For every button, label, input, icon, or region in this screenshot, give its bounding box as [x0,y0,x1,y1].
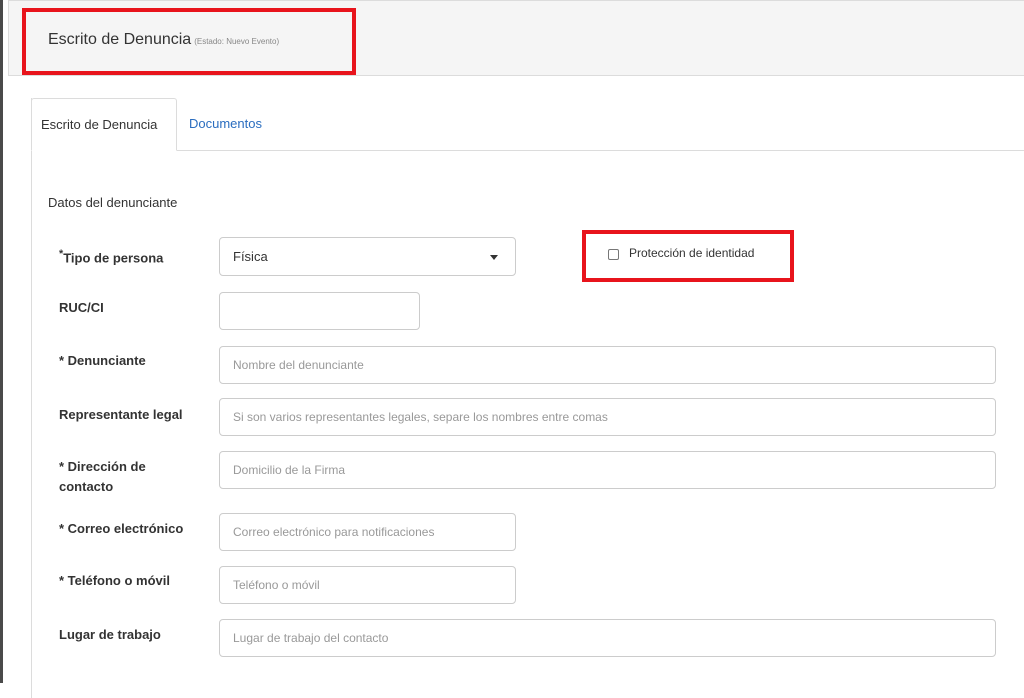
tipo-persona-label-text: Tipo de persona [63,250,164,266]
status-text: (Estado: Nuevo Evento) [194,37,280,46]
denunciante-label-text: Denunciante [67,353,146,368]
tipo-persona-select[interactable]: Física [219,237,516,276]
direccion-input[interactable] [219,451,996,489]
tipo-persona-label: *Tipo de persona [59,244,209,268]
required-mark: * [59,573,68,588]
tab-documentos[interactable]: Documentos [180,98,271,151]
ruc-label: RUC/CI [59,300,104,315]
required-mark: * [59,459,68,474]
section-title: Datos del denunciante [48,195,178,210]
caret-down-icon [490,255,498,260]
tab-escrito-de-denuncia[interactable]: Escrito de Denuncia [31,98,177,151]
tipo-persona-value: Física [233,249,268,264]
denunciante-input[interactable] [219,346,996,384]
representante-input[interactable] [219,398,996,436]
denunciante-label: * Denunciante [59,351,209,371]
ruc-input[interactable] [219,292,420,330]
page-title: Escrito de Denuncia (Estado: Nuevo Evento… [48,31,279,49]
direccion-label-text: Dirección de contacto [59,459,146,494]
window-edge [0,0,3,683]
telefono-label: * Teléfono o móvil [59,571,209,591]
proteccion-identidad-label: Protección de identidad [629,246,755,260]
correo-label: * Correo electrónico [59,519,209,539]
proteccion-identidad-checkbox[interactable] [608,249,619,260]
required-mark: * [59,353,68,368]
telefono-input[interactable] [219,566,516,604]
representante-label: Representante legal [59,407,183,422]
correo-input[interactable] [219,513,516,551]
lugar-label: Lugar de trabajo [59,627,161,642]
correo-label-text: Correo electrónico [67,521,184,536]
page-title-text: Escrito de Denuncia [48,31,192,48]
direccion-label: * Dirección de contacto [59,457,169,497]
required-mark: * [59,521,68,536]
lugar-input[interactable] [219,619,996,657]
telefono-label-text: Teléfono o móvil [67,573,170,588]
